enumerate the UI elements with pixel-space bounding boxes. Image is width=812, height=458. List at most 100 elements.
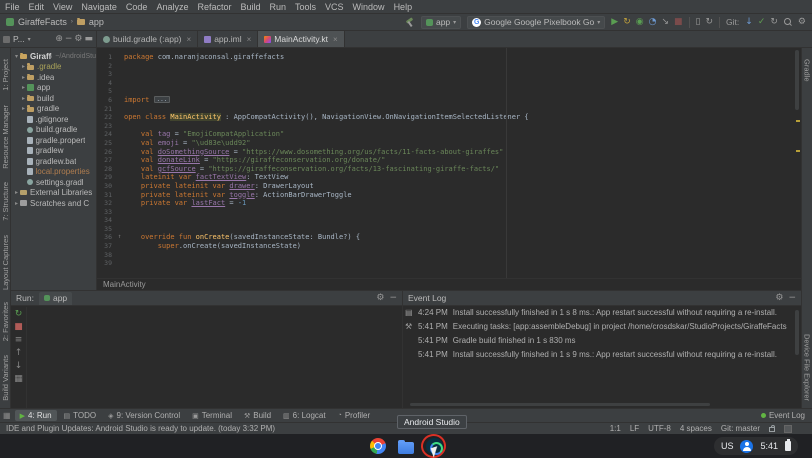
android-studio-icon[interactable] xyxy=(426,438,443,455)
tab-mainactivity-kt[interactable]: MainActivity.kt× xyxy=(258,31,344,47)
tree-item-settings-gradl[interactable]: settings.gradl xyxy=(11,177,96,188)
tool-tab-todo[interactable]: ▤TODO xyxy=(59,410,102,421)
menu-run[interactable]: Run xyxy=(270,2,287,12)
tree-item--idea[interactable]: ▸.idea xyxy=(11,72,96,83)
menu-build[interactable]: Build xyxy=(240,2,260,12)
collapse-all-icon[interactable]: − xyxy=(65,35,73,44)
menu-help[interactable]: Help xyxy=(394,2,413,12)
locate-file-icon[interactable]: ⊕ xyxy=(55,35,63,44)
profiler-icon[interactable]: ◔ xyxy=(649,18,657,27)
strip-label-build-variants[interactable]: Build Variants xyxy=(1,355,10,401)
attach-debugger-icon[interactable]: ↘ xyxy=(661,18,669,27)
breadcrumb-module[interactable]: app xyxy=(89,17,104,27)
menu-window[interactable]: Window xyxy=(353,2,385,12)
git-update-icon[interactable]: ↓ xyxy=(745,18,753,27)
files-app-icon[interactable] xyxy=(398,442,414,454)
tree-arrow-icon[interactable]: ▸ xyxy=(20,84,27,91)
tree-item-gradle[interactable]: ▸gradle xyxy=(11,104,96,115)
status-item-lf[interactable]: LF xyxy=(630,424,639,433)
run-settings-icon[interactable]: ⚙ xyxy=(376,294,384,303)
menu-code[interactable]: Code xyxy=(126,2,148,12)
tree-item-local-properties[interactable]: local.properties xyxy=(11,167,96,178)
tree-item-app[interactable]: ▸app xyxy=(11,83,96,94)
tree-arrow-icon[interactable]: ▸ xyxy=(13,200,20,207)
tool-window-switcher-icon[interactable]: ▦ xyxy=(3,411,11,420)
close-icon[interactable]: × xyxy=(187,35,192,44)
panel-settings-icon[interactable]: ⚙ xyxy=(74,35,82,44)
status-item-1-1[interactable]: 1:1 xyxy=(610,424,621,433)
tree-arrow-icon[interactable]: ▸ xyxy=(20,105,27,112)
close-icon[interactable]: × xyxy=(333,35,338,44)
lock-icon[interactable] xyxy=(769,427,775,432)
event-log-tab[interactable]: Event Log xyxy=(761,411,809,420)
strip-label-resource-manager[interactable]: Resource Manager xyxy=(1,105,10,169)
tree-arrow-icon[interactable]: ▸ xyxy=(20,74,27,81)
hide-panel-icon[interactable]: ▬ xyxy=(84,35,93,44)
event-log-hscrollbar[interactable] xyxy=(410,403,710,406)
stop-button[interactable]: ■ xyxy=(674,18,683,27)
run-button[interactable]: ▶ xyxy=(611,18,618,27)
tree-item-external-libraries[interactable]: ▸External Libraries xyxy=(11,188,96,199)
device-select[interactable]: G Google Google Pixelbook Go ▾ xyxy=(467,16,605,29)
apply-changes-icon[interactable]: ↻ xyxy=(623,18,631,27)
tool-tab-9-version-control[interactable]: ◈9: Version Control xyxy=(103,410,185,421)
tool-tab-build[interactable]: ⚒Build xyxy=(239,410,276,421)
tree-item--gradle[interactable]: ▸.gradle xyxy=(11,62,96,73)
chrome-icon[interactable] xyxy=(370,438,386,454)
menu-vcs[interactable]: VCS xyxy=(325,2,344,12)
tree-arrow-icon[interactable]: ▾ xyxy=(13,53,20,60)
menu-navigate[interactable]: Navigate xyxy=(81,2,117,12)
gradle-sync-icon[interactable]: ↻ xyxy=(706,18,714,27)
project-panel-header[interactable]: P... ▾ ⊕−⚙▬ xyxy=(0,31,97,47)
debug-icon[interactable]: ◉ xyxy=(636,18,644,27)
event-log-body[interactable]: ▤4:24 PMInstall successfully finished in… xyxy=(405,308,793,402)
breadcrumb-project[interactable]: GiraffeFacts xyxy=(18,17,67,27)
tree-item-build-gradle[interactable]: build.gradle xyxy=(11,125,96,136)
menu-view[interactable]: View xyxy=(53,2,72,12)
tree-item-build[interactable]: ▸build xyxy=(11,93,96,104)
up-stack-icon[interactable]: ↑ xyxy=(15,349,23,358)
menu-edit[interactable]: Edit xyxy=(29,2,45,12)
strip-label-layout-captures[interactable]: Layout Captures xyxy=(1,235,10,290)
code-editor[interactable]: 1package com.naranjaconsal.giraffefacts2… xyxy=(97,48,801,278)
tree-arrow-icon[interactable]: ▸ xyxy=(20,63,27,70)
tree-arrow-icon[interactable]: ▸ xyxy=(20,95,27,102)
tree-item-scratches-and-c[interactable]: ▸Scratches and C xyxy=(11,198,96,209)
stop-button[interactable]: ■ xyxy=(14,323,23,332)
device-manager-icon[interactable]: ▯ xyxy=(696,18,701,27)
tool-tab-4-run[interactable]: ▶4: Run xyxy=(15,410,57,421)
build-hammer-icon[interactable] xyxy=(405,17,415,27)
menu-refactor[interactable]: Refactor xyxy=(197,2,231,12)
tab-app-iml[interactable]: app.iml× xyxy=(198,31,258,47)
git-commit-icon[interactable]: ✓ xyxy=(758,18,766,27)
tree-item-gradle-propert[interactable]: gradle.propert xyxy=(11,135,96,146)
tool-tab-profiler[interactable]: ◔Profiler xyxy=(333,410,376,421)
strip-label-7-structure[interactable]: 7: Structure xyxy=(1,182,10,221)
down-stack-icon[interactable]: ↓ xyxy=(15,362,23,371)
tree-item--gitignore[interactable]: .gitignore xyxy=(11,114,96,125)
status-message[interactable]: IDE and Plugin Updates: Android Studio i… xyxy=(6,424,275,433)
breadcrumb-class[interactable]: MainActivity xyxy=(103,280,146,289)
tree-item-gradlew-bat[interactable]: gradlew.bat xyxy=(11,156,96,167)
menu-tools[interactable]: Tools xyxy=(295,2,316,12)
run-filter-icon[interactable]: ≡ xyxy=(15,336,23,345)
tab-build-gradle-app-[interactable]: build.gradle (:app)× xyxy=(97,31,198,47)
system-tray[interactable]: US 5:41 xyxy=(714,437,798,455)
status-item-git-master[interactable]: Git: master xyxy=(721,424,760,433)
tool-tab-6-logcat[interactable]: ▥6: Logcat xyxy=(278,410,331,421)
search-icon[interactable] xyxy=(784,18,792,26)
event-log-scrollbar[interactable] xyxy=(795,310,799,355)
log-settings-icon[interactable]: ⚙ xyxy=(775,294,783,303)
close-icon[interactable]: × xyxy=(247,35,252,44)
clear-console-icon[interactable]: ▦ xyxy=(14,375,23,384)
git-revert-icon[interactable]: ↻ xyxy=(770,18,778,27)
tree-arrow-icon[interactable]: ▸ xyxy=(13,189,20,196)
tree-item-gradlew[interactable]: gradlew xyxy=(11,146,96,157)
hide-log-panel-icon[interactable]: − xyxy=(788,294,796,303)
rerun-button[interactable]: ↻ xyxy=(15,310,23,319)
hide-run-panel-icon[interactable]: − xyxy=(389,294,397,303)
strip-label-gradle[interactable]: Gradle xyxy=(803,59,812,82)
strip-label-2-favorites[interactable]: 2: Favorites xyxy=(1,302,10,341)
run-config-select[interactable]: app ▾ xyxy=(421,16,461,29)
memory-indicator[interactable] xyxy=(784,425,792,433)
